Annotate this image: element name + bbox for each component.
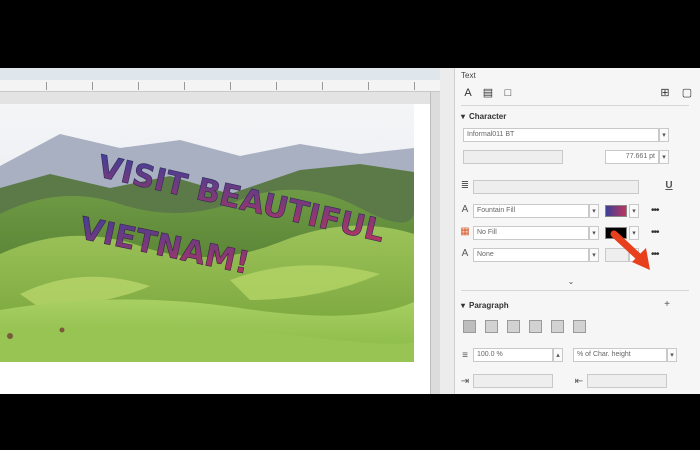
- font-name-dropdown[interactable]: ▾: [659, 128, 669, 142]
- panel-options: ⊞ ▢: [658, 86, 694, 100]
- divider: [461, 105, 689, 106]
- spacing-unit-field[interactable]: % of Char. height: [573, 348, 667, 362]
- outline-dropdown[interactable]: ▾: [589, 248, 599, 262]
- underline-icon[interactable]: U: [663, 180, 675, 192]
- align-none-button[interactable]: [463, 320, 476, 333]
- ruler-tick: [276, 82, 277, 90]
- align-left-button[interactable]: [485, 320, 498, 333]
- ruler-tick: [368, 82, 369, 90]
- character-section-header[interactable]: ▾ Character: [461, 109, 506, 123]
- drawing-canvas[interactable]: VISIT BEAUTIFUL VIETNAM!: [0, 68, 440, 394]
- panel-options-icon[interactable]: ⊞: [658, 86, 672, 100]
- paragraph-tab-icon[interactable]: ▤: [481, 86, 495, 100]
- frame-tab-icon[interactable]: □: [501, 86, 515, 100]
- underline-field[interactable]: [473, 180, 639, 194]
- fill-more-button[interactable]: •••: [651, 206, 667, 218]
- line-spacing-field[interactable]: 100.0 %: [473, 348, 553, 362]
- align-full-button[interactable]: [551, 320, 564, 333]
- ruler-tick: [230, 82, 231, 90]
- fill-type-dropdown[interactable]: ▾: [589, 204, 599, 218]
- align-force-button[interactable]: [573, 320, 586, 333]
- ruler-tick: [46, 82, 47, 90]
- application-window: VISIT BEAUTIFUL VIETNAM! Text A ▤ □ ⊞ ▢ …: [0, 68, 700, 394]
- banner-line-2[interactable]: VIETNAM!: [76, 210, 253, 282]
- ruler-tick: [138, 82, 139, 90]
- spacing-unit-dropdown[interactable]: ▾: [667, 348, 677, 362]
- ruler-tick: [414, 82, 415, 90]
- ruler-tick: [92, 82, 93, 90]
- ruler-tick: [322, 82, 323, 90]
- align-center-button[interactable]: [507, 320, 520, 333]
- paragraph-add-icon[interactable]: +: [661, 299, 673, 311]
- outline-field[interactable]: None: [473, 248, 589, 262]
- font-size-dropdown[interactable]: ▾: [659, 150, 669, 164]
- panel-collapse-icon[interactable]: ▢: [680, 86, 694, 100]
- text-properties-panel: Text A ▤ □ ⊞ ▢ ▾ Character Informal011 B…: [454, 68, 700, 394]
- curved-banner-text[interactable]: VISIT BEAUTIFUL VIETNAM!: [70, 132, 410, 282]
- background-fill-dropdown[interactable]: ▾: [589, 226, 599, 240]
- panel-tab-icons: A ▤ □: [461, 86, 515, 100]
- collapse-caret-icon: ▾: [461, 300, 466, 310]
- toolbar-strip: [0, 68, 440, 80]
- line-spacing-stepper[interactable]: ▴: [553, 348, 563, 362]
- font-style-field[interactable]: [463, 150, 563, 164]
- text-fill-icon: A: [461, 204, 469, 215]
- character-heading: Character: [469, 111, 507, 121]
- align-right-button[interactable]: [529, 320, 542, 333]
- character-tab-icon[interactable]: A: [461, 86, 475, 100]
- spacing-after-icon: ⇤: [574, 376, 584, 387]
- underline-options-icon[interactable]: ≣: [459, 180, 471, 192]
- panel-title: Text: [461, 71, 476, 80]
- expand-chevron-icon[interactable]: ⌄: [565, 276, 577, 288]
- indent-field[interactable]: [473, 374, 553, 388]
- font-name-field[interactable]: Informal011 BT: [463, 128, 659, 142]
- fill-type-field[interactable]: Fountain Fill: [473, 204, 589, 218]
- background-fill-field[interactable]: No Fill: [473, 226, 589, 240]
- collapse-caret-icon: ▾: [461, 111, 466, 121]
- font-size-field[interactable]: 77.661 pt: [605, 150, 659, 164]
- indent-icon: ⇥: [460, 376, 470, 387]
- spacing-after-field[interactable]: [587, 374, 667, 388]
- divider: [461, 290, 689, 291]
- outline-icon: A: [461, 248, 469, 259]
- red-arrow-annotation: [610, 230, 650, 270]
- vertical-scrollbar[interactable]: [430, 92, 440, 394]
- background-fill-icon: ▦: [460, 226, 470, 237]
- horizontal-ruler[interactable]: [0, 80, 440, 92]
- ruler-tick: [184, 82, 185, 90]
- line-spacing-icon: ≡: [462, 350, 468, 361]
- paragraph-heading: Paragraph: [469, 300, 509, 310]
- paragraph-section-header[interactable]: ▾ Paragraph: [461, 298, 509, 312]
- fill-color-swatch[interactable]: [605, 205, 627, 217]
- fill-color-dropdown[interactable]: ▾: [629, 204, 639, 218]
